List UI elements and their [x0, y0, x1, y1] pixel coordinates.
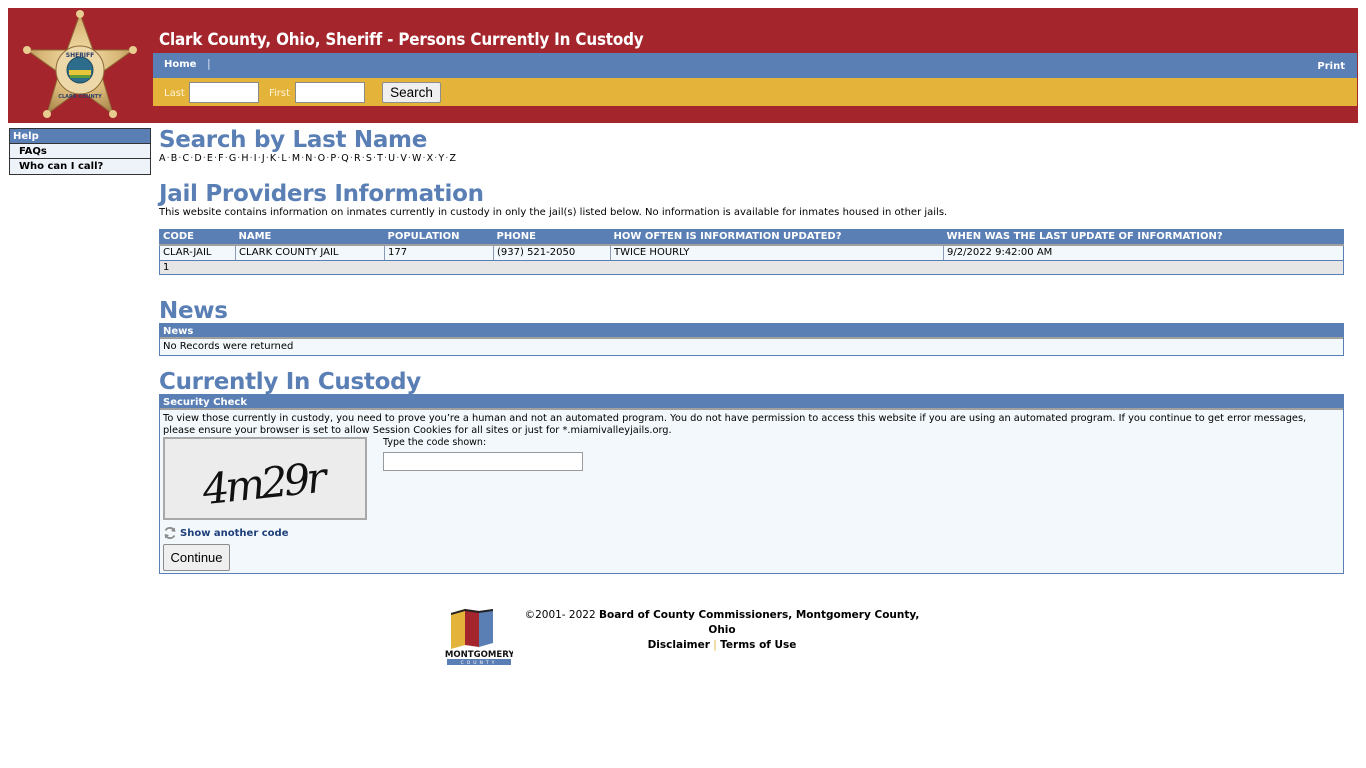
- cell-update-frequency: TWICE HOURLY: [610, 244, 944, 261]
- svg-text:CLARK COUNTY: CLARK COUNTY: [58, 94, 102, 100]
- svg-text:4m29r: 4m29r: [199, 452, 332, 514]
- sidebar-item-who-can-i-call[interactable]: Who can I call?: [10, 159, 150, 174]
- print-link[interactable]: Print: [1317, 61, 1345, 72]
- currently-in-custody-heading: Currently In Custody: [159, 369, 421, 395]
- letter-link-a[interactable]: A: [159, 153, 166, 164]
- nav-separator: |: [207, 57, 211, 70]
- column-header-code: CODE: [159, 229, 236, 246]
- footer-owner: Board of County Commissioners, Montgomer…: [599, 609, 920, 636]
- security-check-title: Security Check: [160, 395, 1343, 410]
- last-name-input[interactable]: [189, 82, 259, 103]
- captcha-code-label: Type the code shown:: [383, 437, 487, 448]
- news-panel-title: News: [160, 324, 1343, 339]
- disclaimer-link[interactable]: Disclaimer: [648, 639, 710, 651]
- sidebar-item-faqs[interactable]: FAQs: [10, 144, 150, 159]
- svg-text:SHERIFF: SHERIFF: [66, 52, 95, 59]
- column-header-name: NAME: [235, 229, 385, 246]
- news-panel: News No Records were returned: [159, 323, 1344, 356]
- search-by-last-name-heading: Search by Last Name: [159, 127, 428, 153]
- first-name-label: First: [269, 88, 291, 99]
- sheriff-badge-logo: SHERIFF CLARK COUNTY: [23, 10, 137, 118]
- terms-of-use-link[interactable]: Terms of Use: [720, 639, 796, 651]
- name-search-bar: Last First Search: [153, 78, 1357, 106]
- refresh-icon: [164, 527, 176, 539]
- cell-last-update: 9/2/2022 9:42:00 AM: [943, 244, 1344, 261]
- cell-code: CLAR-JAIL: [159, 244, 236, 261]
- jail-providers-heading: Jail Providers Information: [159, 181, 484, 207]
- letter-link-z[interactable]: Z: [449, 153, 456, 164]
- letter-link-d[interactable]: D: [194, 153, 201, 164]
- show-another-code-link[interactable]: Show another code: [163, 525, 1340, 541]
- cell-phone: (937) 521-2050: [493, 244, 611, 261]
- letter-link-m[interactable]: M: [292, 153, 300, 164]
- alphabet-index: A·B·C·D·E·F·G·H·I·J·K·L·M·N·O·P·Q·R·S·T·…: [159, 153, 1345, 164]
- svg-text:COUNTY: COUNTY: [461, 660, 498, 666]
- letter-link-n[interactable]: N: [305, 153, 312, 164]
- site-title: Clark County, Ohio, Sheriff - Persons Cu…: [159, 30, 644, 49]
- letter-link-v[interactable]: V: [400, 153, 407, 164]
- first-name-input[interactable]: [295, 82, 365, 103]
- footer-copyright: ©2001- 2022 Board of County Commissioner…: [524, 609, 920, 636]
- security-check-message: To view those currently in custody, you …: [163, 413, 1307, 436]
- news-heading: News: [159, 298, 228, 324]
- last-name-label: Last: [164, 88, 185, 99]
- montgomery-county-logo: MONTGOMERY COUNTY: [445, 609, 513, 666]
- captcha-image: 4m29r: [163, 437, 367, 520]
- nav-home-link[interactable]: Home: [164, 59, 196, 70]
- captcha-row: 4m29r Type the code shown:: [163, 437, 1340, 523]
- continue-button[interactable]: Continue: [163, 544, 230, 571]
- cell-population: 177: [384, 244, 494, 261]
- letter-link-h[interactable]: H: [241, 153, 248, 164]
- svg-text:MONTGOMERY: MONTGOMERY: [445, 650, 513, 660]
- main-content: Search by Last Name A·B·C·D·E·F·G·H·I·J·…: [159, 128, 1345, 574]
- search-button[interactable]: Search: [382, 82, 441, 103]
- footer-separator: |: [713, 639, 717, 651]
- letter-link-q[interactable]: Q: [341, 153, 349, 164]
- letter-link-l[interactable]: L: [281, 153, 286, 164]
- table-header-row: CODE NAME POPULATION PHONE HOW OFTEN IS …: [159, 229, 1344, 246]
- captcha-code-input[interactable]: [383, 452, 583, 471]
- column-header-update-frequency: HOW OFTEN IS INFORMATION UPDATED?: [610, 229, 944, 246]
- jail-providers-description: This website contains information on inm…: [159, 207, 948, 218]
- sidebar-heading: Help: [10, 129, 150, 144]
- footer: ©2001- 2022 Board of County Commissioner…: [519, 608, 925, 653]
- column-header-phone: PHONE: [493, 229, 611, 246]
- news-empty-message: No Records were returned: [163, 341, 294, 352]
- cell-name: CLARK COUNTY JAIL: [235, 244, 385, 261]
- jail-providers-table: CODE NAME POPULATION PHONE HOW OFTEN IS …: [159, 229, 1344, 275]
- security-check-panel: Security Check To view those currently i…: [159, 394, 1344, 574]
- table-pager-row: 1: [159, 260, 1344, 275]
- letter-link-w[interactable]: W: [412, 153, 422, 164]
- letter-link-r[interactable]: R: [354, 153, 361, 164]
- pager-page-1[interactable]: 1: [159, 260, 1344, 275]
- site-header: SHERIFF CLARK COUNTY Clark County, Ohio,…: [8, 8, 1358, 123]
- show-another-code-label[interactable]: Show another code: [180, 528, 288, 539]
- top-nav: Home | Print: [153, 53, 1357, 78]
- help-sidebar: Help FAQs Who can I call?: [9, 128, 151, 175]
- column-header-last-update: WHEN WAS THE LAST UPDATE OF INFORMATION?: [943, 229, 1344, 246]
- table-row: CLAR-JAIL CLARK COUNTY JAIL 177 (937) 52…: [159, 244, 1344, 261]
- column-header-population: POPULATION: [384, 229, 494, 246]
- letter-link-f[interactable]: F: [218, 153, 224, 164]
